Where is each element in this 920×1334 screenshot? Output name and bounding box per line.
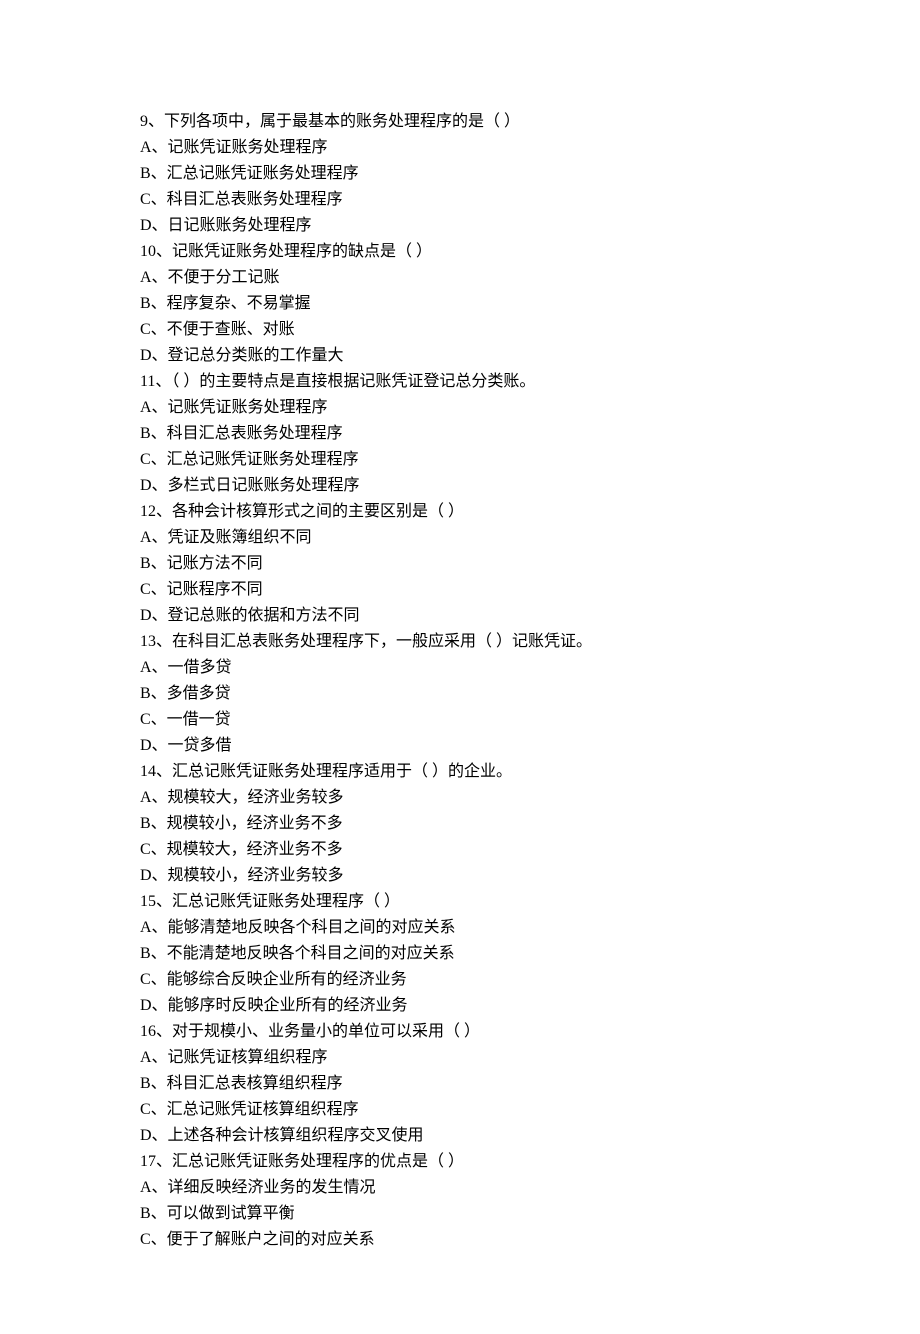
question-stem: 11、（ ）的主要特点是直接根据记账凭证登记总分类账。 bbox=[140, 370, 780, 394]
question-option: B、科目汇总表核算组织程序 bbox=[140, 1072, 780, 1096]
question-option: D、上述各种会计核算组织程序交叉使用 bbox=[140, 1124, 780, 1148]
question-option: A、记账凭证账务处理程序 bbox=[140, 396, 780, 420]
question-option: D、一贷多借 bbox=[140, 734, 780, 758]
question-option: B、多借多贷 bbox=[140, 682, 780, 706]
question-stem: 9、下列各项中，属于最基本的账务处理程序的是（ ） bbox=[140, 110, 780, 134]
question-stem: 10、记账凭证账务处理程序的缺点是（ ） bbox=[140, 240, 780, 264]
question-option: B、科目汇总表账务处理程序 bbox=[140, 422, 780, 446]
question-option: A、一借多贷 bbox=[140, 656, 780, 680]
question-option: B、记账方法不同 bbox=[140, 552, 780, 576]
question-option: A、规模较大，经济业务较多 bbox=[140, 786, 780, 810]
question-stem: 16、对于规模小、业务量小的单位可以采用（ ） bbox=[140, 1020, 780, 1044]
question-stem: 12、各种会计核算形式之间的主要区别是（ ） bbox=[140, 500, 780, 524]
question-option: B、程序复杂、不易掌握 bbox=[140, 292, 780, 316]
question-option: C、一借一贷 bbox=[140, 708, 780, 732]
question-option: A、记账凭证核算组织程序 bbox=[140, 1046, 780, 1070]
question-option: A、详细反映经济业务的发生情况 bbox=[140, 1176, 780, 1200]
question-option: C、记账程序不同 bbox=[140, 578, 780, 602]
question-option: B、规模较小，经济业务不多 bbox=[140, 812, 780, 836]
question-option: C、科目汇总表账务处理程序 bbox=[140, 188, 780, 212]
question-option: A、不便于分工记账 bbox=[140, 266, 780, 290]
question-option: D、多栏式日记账账务处理程序 bbox=[140, 474, 780, 498]
question-option: A、记账凭证账务处理程序 bbox=[140, 136, 780, 160]
question-option: C、便于了解账户之间的对应关系 bbox=[140, 1228, 780, 1252]
question-stem: 13、在科目汇总表账务处理程序下，一般应采用（ ）记账凭证。 bbox=[140, 630, 780, 654]
question-option: B、不能清楚地反映各个科目之间的对应关系 bbox=[140, 942, 780, 966]
question-option: C、能够综合反映企业所有的经济业务 bbox=[140, 968, 780, 992]
question-option: B、可以做到试算平衡 bbox=[140, 1202, 780, 1226]
question-option: D、登记总账的依据和方法不同 bbox=[140, 604, 780, 628]
question-option: A、凭证及账簿组织不同 bbox=[140, 526, 780, 550]
question-option: C、汇总记账凭证核算组织程序 bbox=[140, 1098, 780, 1122]
question-option: D、规模较小，经济业务较多 bbox=[140, 864, 780, 888]
question-option: C、汇总记账凭证账务处理程序 bbox=[140, 448, 780, 472]
question-option: D、能够序时反映企业所有的经济业务 bbox=[140, 994, 780, 1018]
question-option: D、登记总分类账的工作量大 bbox=[140, 344, 780, 368]
question-stem: 17、汇总记账凭证账务处理程序的优点是（ ） bbox=[140, 1150, 780, 1174]
question-stem: 15、汇总记账凭证账务处理程序（ ） bbox=[140, 890, 780, 914]
question-option: A、能够清楚地反映各个科目之间的对应关系 bbox=[140, 916, 780, 940]
question-option: C、规模较大，经济业务不多 bbox=[140, 838, 780, 862]
question-option: B、汇总记账凭证账务处理程序 bbox=[140, 162, 780, 186]
question-stem: 14、汇总记账凭证账务处理程序适用于（ ）的企业。 bbox=[140, 760, 780, 784]
question-option: D、日记账账务处理程序 bbox=[140, 214, 780, 238]
question-option: C、不便于查账、对账 bbox=[140, 318, 780, 342]
